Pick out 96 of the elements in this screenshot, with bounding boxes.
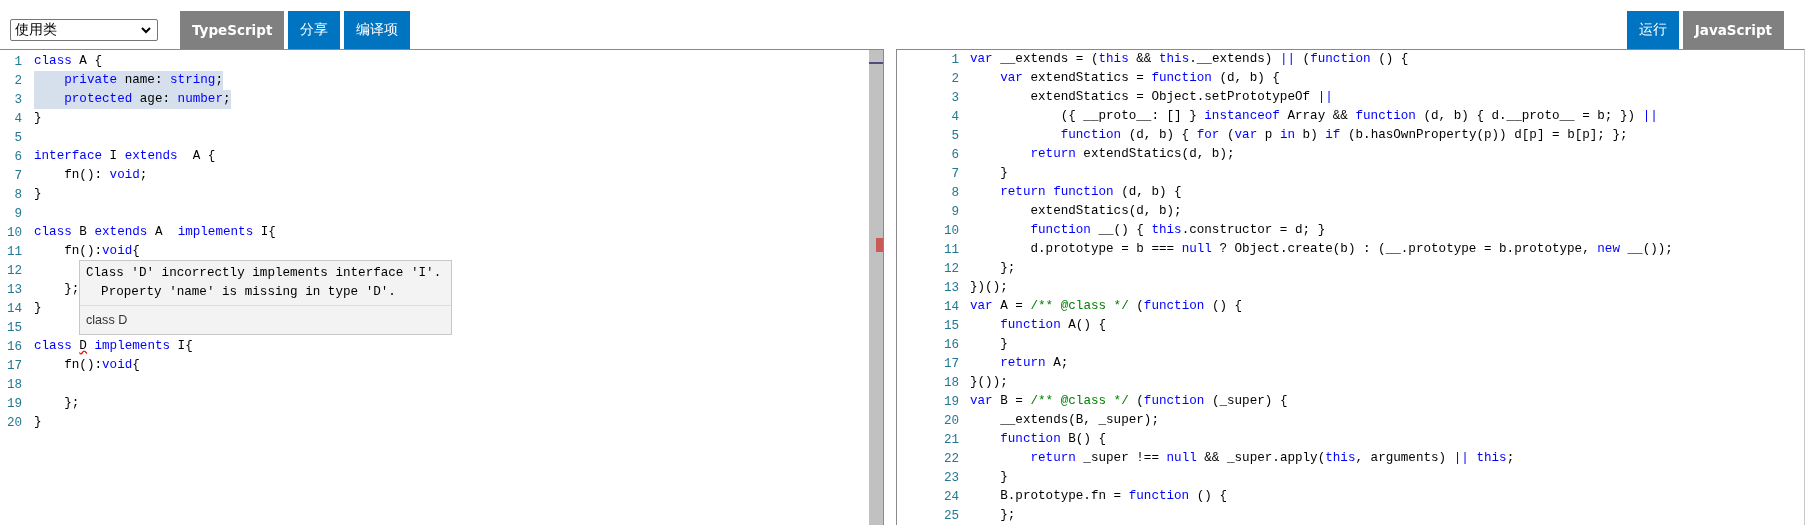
scrollbar[interactable] (869, 49, 884, 525)
line-number: 7 (950, 166, 959, 181)
toolbar-button[interactable]: 分享 (288, 11, 341, 49)
line-number: 1 (13, 54, 22, 69)
code-line: var __extends = (this && this.__extends) || (function () { (970, 51, 1409, 68)
code-line: return function (d, b) { (999, 184, 1182, 201)
code-line: } (34, 186, 42, 203)
code-line: } (34, 414, 42, 431)
line-number: 14 (942, 299, 959, 314)
code-line: }; (63, 281, 80, 298)
line-number: 6 (950, 147, 959, 162)
line-number: 17 (942, 356, 959, 371)
code-line: } (34, 110, 42, 127)
code-line: } (999, 165, 1008, 182)
line-number: 10 (5, 225, 22, 240)
line-number: 8 (13, 187, 22, 202)
line-number: 23 (942, 470, 959, 485)
code-line: }; (999, 507, 1016, 524)
line-number: 18 (942, 375, 959, 390)
line-number: 18 (5, 377, 22, 392)
line-number: 7 (13, 168, 22, 183)
code-line: function (d, b) { for (var p in b) if (b.hasOwnProperty(p)) d[p] = b[p]; }; (1059, 127, 1628, 144)
line-number: 22 (942, 451, 959, 466)
code-line: class B extends A implements I{ (34, 224, 276, 241)
select-field[interactable]: 使用类 (10, 19, 158, 41)
caret-icon (141, 26, 151, 34)
line-number: 8 (950, 185, 959, 200)
line-number: 3 (950, 90, 959, 105)
line-number: 11 (942, 242, 959, 257)
code-line: __extends(B, _super); (999, 412, 1159, 429)
code-line: B.prototype.fn = function () { (999, 488, 1227, 505)
line-number: 20 (942, 413, 959, 428)
line-number: 13 (942, 280, 959, 295)
code-line: function B() { (999, 431, 1107, 448)
line-number: 12 (5, 263, 22, 278)
code-line: fn(): void; (63, 167, 148, 184)
code-line: var B = /** @class */ (function (_super) { (970, 393, 1288, 410)
line-number: 9 (950, 204, 959, 219)
code-line: fn():void{ (63, 357, 140, 374)
error-marker (876, 238, 883, 252)
code-line: fn():void{ (63, 243, 140, 260)
toolbar-button[interactable]: 编译项 (344, 11, 411, 49)
line-number: 9 (13, 206, 22, 221)
code-line: class D implements I{ (34, 338, 193, 355)
line-number: 4 (13, 111, 22, 126)
code-line: class A { (34, 53, 103, 70)
line-number: 5 (13, 130, 22, 145)
code-line: return _super !== null && _super.apply(this, arguments) || this; (1029, 450, 1515, 467)
code-line: var A = /** @class */ (function () { (970, 298, 1243, 315)
code-line: function __() { this.constructor = d; } (1029, 222, 1326, 239)
line-number: 1 (950, 52, 959, 67)
code-line: }; (999, 260, 1016, 277)
line-number: 10 (942, 223, 959, 238)
code-line: } (999, 336, 1008, 353)
code-line: function A() { (999, 317, 1107, 334)
line-number: 11 (5, 244, 22, 259)
line-number: 19 (5, 396, 22, 411)
code-line: interface I extends A { (34, 148, 216, 165)
line-number: 24 (942, 489, 959, 504)
line-number: 2 (13, 73, 22, 88)
line-number: 2 (950, 71, 959, 86)
line-number: 16 (942, 337, 959, 352)
line-number: 6 (13, 149, 22, 164)
error-message: Class 'D' incorrectly implements interface 'I'. Property 'name' is missing in type 'D'. (85, 265, 443, 301)
tooltip-footer: class D (80, 305, 451, 334)
code-line: return extendStatics(d, b); (1029, 146, 1235, 163)
code-line: }; (63, 395, 80, 412)
line-number: 12 (942, 261, 959, 276)
line-number: 17 (5, 358, 22, 373)
output-editor[interactable] (896, 49, 1805, 525)
language-tab[interactable]: TypeScript (180, 11, 285, 49)
line-number: 4 (950, 109, 959, 124)
code-line: })(); (970, 279, 1008, 296)
code-line: return A; (999, 355, 1069, 372)
selection-marker (869, 62, 883, 64)
line-number: 20 (5, 415, 22, 430)
line-number: 25 (942, 508, 959, 523)
code-line: d.prototype = b === null ? Object.create(b) : (__.prototype = b.prototype, new __()); (1029, 241, 1673, 258)
code-line: extendStatics(d, b); (1029, 203, 1182, 220)
line-number: 13 (5, 282, 22, 297)
line-number: 19 (942, 394, 959, 409)
line-number: 14 (5, 301, 22, 316)
line-number: 5 (950, 128, 959, 143)
line-number: 3 (13, 92, 22, 107)
code-line: var extendStatics = function (d, b) { (999, 70, 1280, 87)
line-number: 16 (5, 339, 22, 354)
line-number: 15 (942, 318, 959, 333)
code-line: } (999, 469, 1008, 486)
code-line: } (34, 300, 42, 317)
language-tab[interactable]: JavaScript (1682, 11, 1784, 49)
toolbar-button[interactable]: 运行 (1626, 11, 1679, 49)
code-line: }()); (970, 374, 1008, 391)
line-number: 15 (5, 320, 22, 335)
code-line: extendStatics = Object.setPrototypeOf || (1029, 89, 1333, 106)
line-number: 21 (942, 432, 959, 447)
code-line: ({ __proto__: [] } instanceof Array && function (d, b) { d.__proto__ = b; }) || (1059, 108, 1658, 125)
